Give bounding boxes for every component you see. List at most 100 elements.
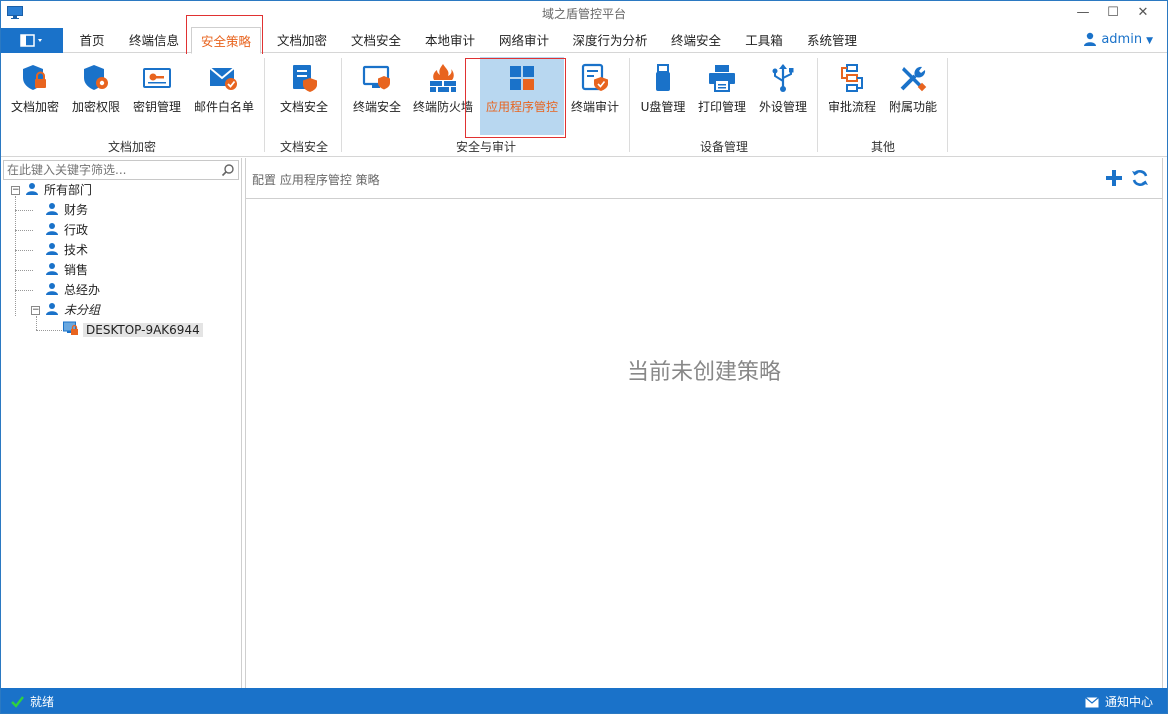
tree-line bbox=[36, 316, 37, 330]
tree-node-finance[interactable]: 财务 bbox=[45, 201, 88, 219]
department-panel: − 所有部门 财务 行政 技术 销售 bbox=[1, 158, 242, 689]
menu-bar: 首页 终端信息 安全策略 文档加密 文档安全 本地审计 网络审计 深度行为分析 … bbox=[1, 27, 1167, 54]
tab-network-audit[interactable]: 网络审计 bbox=[491, 27, 557, 53]
app-window: 域之盾管控平台 — ☐ ✕ 首页 终端信息 安全策略 文档加密 文档安全 本地审… bbox=[0, 0, 1168, 714]
ribbon-terminal-security-button[interactable]: 终端安全 bbox=[347, 57, 407, 135]
group-label-device-management: 设备管理 bbox=[699, 140, 748, 154]
refresh-icon[interactable] bbox=[1130, 168, 1150, 188]
tree-node-label: 未分组 bbox=[64, 303, 101, 317]
ribbon-extra-features-button[interactable]: 附属功能 bbox=[883, 57, 943, 135]
user-group-icon bbox=[46, 223, 58, 235]
window-title: 域之盾管控平台 bbox=[541, 7, 626, 21]
tab-toolbox[interactable]: 工具箱 bbox=[737, 27, 791, 53]
document-shield-icon bbox=[293, 65, 317, 92]
ribbon-label: 应用程序管控 bbox=[485, 100, 558, 114]
maximize-button[interactable]: ☐ bbox=[1099, 3, 1127, 23]
monitor-shield-icon bbox=[362, 65, 390, 90]
status-text: 就绪 bbox=[30, 695, 55, 709]
tree-node-label: 财务 bbox=[64, 203, 89, 217]
mail-check-icon bbox=[209, 67, 237, 90]
tab-security-policy[interactable]: 安全策略 bbox=[191, 27, 261, 54]
ribbon-separator bbox=[947, 58, 948, 152]
tree-node-computer[interactable]: DESKTOP-9AK6944 bbox=[63, 321, 203, 339]
tree-node-label: 销售 bbox=[64, 263, 89, 277]
group-label-doc-security: 文档安全 bbox=[279, 140, 328, 154]
group-label-doc-encryption: 文档加密 bbox=[107, 140, 156, 154]
policy-content-panel: 配置 应用程序管控 策略 当前未创建策略 bbox=[245, 158, 1163, 689]
search-input[interactable] bbox=[4, 161, 216, 179]
ribbon-mail-whitelist-button[interactable]: 邮件白名单 bbox=[189, 57, 259, 135]
search-icon[interactable] bbox=[221, 163, 235, 177]
tree-node-admin[interactable]: 行政 bbox=[45, 221, 88, 239]
chevron-down-icon: ▼ bbox=[1146, 36, 1153, 46]
ribbon-doc-encryption-button[interactable]: 文档加密 bbox=[5, 57, 65, 135]
tree-node-sales[interactable]: 销售 bbox=[45, 261, 88, 279]
add-policy-icon[interactable] bbox=[1104, 168, 1124, 188]
workflow-icon bbox=[841, 64, 863, 92]
user-menu[interactable]: admin ▼ bbox=[1083, 32, 1153, 47]
ribbon-label: 终端审计 bbox=[570, 100, 619, 114]
tree-node-gm-office[interactable]: 总经办 bbox=[45, 281, 100, 299]
tree-node-label: 技术 bbox=[64, 243, 89, 257]
app-menu-button[interactable] bbox=[1, 28, 63, 53]
tree-node-tech[interactable]: 技术 bbox=[45, 241, 88, 259]
ribbon-peripheral-management-button[interactable]: 外设管理 bbox=[753, 57, 813, 135]
tab-behavior-analysis[interactable]: 深度行为分析 bbox=[565, 27, 655, 53]
tree-node-root[interactable]: 所有部门 bbox=[25, 181, 92, 199]
ribbon-firewall-button[interactable]: 终端防火墙 bbox=[409, 57, 477, 135]
ribbon-label: 密钥管理 bbox=[132, 100, 181, 114]
breadcrumb: 配置 应用程序管控 策略 bbox=[252, 173, 380, 187]
tree-node-ungrouped[interactable]: 未分组 bbox=[45, 301, 100, 319]
firewall-icon bbox=[430, 64, 456, 92]
minimize-button[interactable]: — bbox=[1069, 3, 1097, 23]
ribbon-doc-security-button[interactable]: 文档安全 bbox=[273, 57, 335, 135]
username: admin bbox=[1101, 32, 1143, 47]
ribbon-encrypt-permission-button[interactable]: 加密权限 bbox=[67, 57, 125, 135]
notification-center-button[interactable]: 通知中心 bbox=[1085, 693, 1153, 710]
tab-local-audit[interactable]: 本地审计 bbox=[417, 27, 483, 53]
tree-line bbox=[36, 330, 62, 331]
ribbon-print-management-button[interactable]: 打印管理 bbox=[693, 57, 751, 135]
ribbon-key-management-button[interactable]: 密钥管理 bbox=[127, 57, 187, 135]
tree-line bbox=[15, 196, 16, 316]
tab-home[interactable]: 首页 bbox=[67, 27, 117, 53]
tab-terminal-info[interactable]: 终端信息 bbox=[121, 27, 187, 53]
tree-node-label: DESKTOP-9AK6944 bbox=[83, 323, 203, 337]
tree-node-label: 行政 bbox=[64, 223, 89, 237]
usb-drive-icon bbox=[656, 64, 670, 91]
tree-collapse-toggle[interactable]: − bbox=[11, 186, 20, 195]
tree-line bbox=[15, 290, 33, 291]
status-bar: 就绪 通知中心 bbox=[1, 688, 1167, 713]
user-group-icon bbox=[26, 183, 38, 195]
notification-label: 通知中心 bbox=[1104, 695, 1153, 709]
ribbon-label: 文档安全 bbox=[279, 100, 328, 114]
ribbon-label: 打印管理 bbox=[697, 100, 746, 114]
status-ready: 就绪 bbox=[11, 693, 54, 710]
tree-line bbox=[15, 250, 33, 251]
ribbon-label: 文档加密 bbox=[10, 100, 59, 114]
tree-line bbox=[15, 210, 33, 211]
tree-node-label: 总经办 bbox=[64, 283, 101, 297]
ribbon-label: 附属功能 bbox=[888, 100, 937, 114]
tree-line bbox=[15, 230, 33, 231]
tab-terminal-security[interactable]: 终端安全 bbox=[663, 27, 729, 53]
ribbon-label: 终端安全 bbox=[352, 100, 401, 114]
user-group-icon bbox=[46, 283, 58, 295]
ribbon-separator bbox=[817, 58, 818, 152]
tree-node-label: 所有部门 bbox=[44, 183, 93, 197]
ribbon-separator bbox=[341, 58, 342, 152]
tab-doc-encryption[interactable]: 文档加密 bbox=[269, 27, 335, 53]
ribbon-separator bbox=[629, 58, 630, 152]
title-bar: 域之盾管控平台 — ☐ ✕ bbox=[1, 1, 1167, 26]
tab-system-management[interactable]: 系统管理 bbox=[799, 27, 865, 53]
ribbon-terminal-audit-button[interactable]: 终端审计 bbox=[567, 57, 623, 135]
ribbon-label: 加密权限 bbox=[71, 100, 120, 114]
tab-doc-security[interactable]: 文档安全 bbox=[343, 27, 409, 53]
user-group-icon bbox=[46, 263, 58, 275]
close-button[interactable]: ✕ bbox=[1129, 3, 1157, 23]
shield-gear-icon bbox=[84, 65, 108, 90]
ribbon-app-control-button[interactable]: 应用程序管控 bbox=[480, 57, 564, 135]
tree-collapse-toggle[interactable]: − bbox=[31, 306, 40, 315]
ribbon-usb-management-button[interactable]: U盘管理 bbox=[635, 57, 691, 135]
ribbon-approval-flow-button[interactable]: 审批流程 bbox=[823, 57, 881, 135]
